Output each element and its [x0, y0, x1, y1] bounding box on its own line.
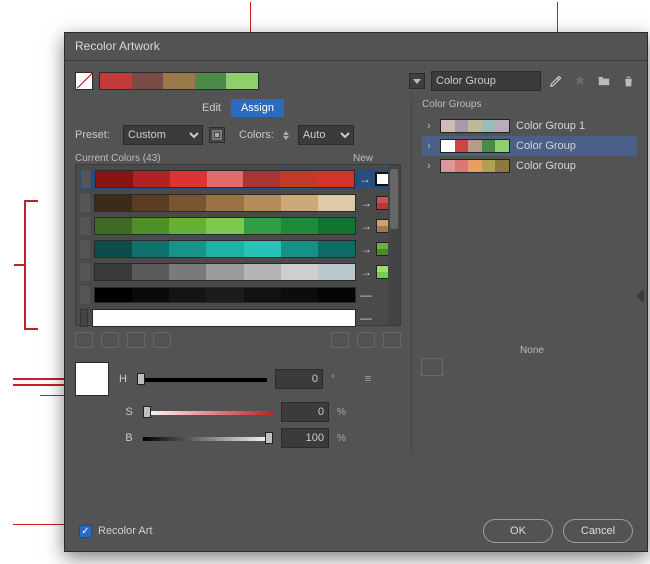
- recolor-art-label: Recolor Art: [98, 525, 152, 537]
- tab-edit[interactable]: Edit: [192, 99, 231, 117]
- assign-arrow-icon[interactable]: →: [360, 242, 372, 256]
- color-row[interactable]: →: [80, 240, 396, 258]
- s-label: S: [123, 406, 135, 418]
- color-row[interactable]: →: [80, 194, 396, 212]
- colors-stepper[interactable]: [280, 127, 292, 143]
- mode-tabs: Edit Assign: [75, 99, 401, 117]
- merge-rows-icon[interactable]: [75, 332, 93, 348]
- dialog-footer: ✓ Recolor Art OK Cancel: [65, 511, 647, 551]
- randomize-sat-icon[interactable]: [357, 332, 375, 348]
- preset-label: Preset:: [75, 129, 117, 141]
- preset-options-icon[interactable]: [209, 127, 225, 143]
- group-label: Color Group: [516, 140, 576, 152]
- recolor-art-checkbox[interactable]: ✓ Recolor Art: [79, 525, 152, 538]
- eyedropper-icon[interactable]: [547, 72, 565, 90]
- new-row-icon[interactable]: [153, 332, 171, 348]
- checkbox-icon: ✓: [79, 525, 92, 538]
- left-panel: Edit Assign Preset: Custom Colors: Auto …: [75, 99, 401, 454]
- preset-select[interactable]: Custom: [123, 125, 203, 145]
- top-bar: [65, 61, 647, 99]
- color-preview-swatch[interactable]: [75, 362, 109, 396]
- hue-slider[interactable]: [137, 374, 267, 384]
- exclude-dash-icon[interactable]: —: [360, 311, 372, 325]
- colorgroup-storage-dd[interactable]: [409, 73, 425, 89]
- cancel-button[interactable]: Cancel: [563, 519, 633, 543]
- assign-arrow-icon[interactable]: →: [360, 265, 372, 279]
- current-colors-label: Current Colors (43): [75, 153, 161, 164]
- callout-bracket-rows: [24, 200, 38, 330]
- bri-slider[interactable]: [143, 433, 273, 443]
- hsb-controls: H ° ≡ S %: [75, 362, 401, 448]
- assign-arrow-icon[interactable]: →: [360, 196, 372, 210]
- save-group-icon[interactable]: [595, 72, 613, 90]
- active-colors-swatch[interactable]: [75, 72, 93, 90]
- separate-rows-icon[interactable]: [101, 332, 119, 348]
- b-label: B: [123, 432, 135, 444]
- h-label: H: [117, 373, 129, 385]
- color-row[interactable]: —: [80, 286, 396, 304]
- new-group-icon: [571, 72, 589, 90]
- delete-group-icon[interactable]: [619, 72, 637, 90]
- color-groups-list: › Color Group 1 › Color Group › Color Gr…: [422, 116, 637, 176]
- find-in-wheel-icon[interactable]: [383, 332, 401, 348]
- exclude-dash-icon[interactable]: —: [360, 288, 372, 302]
- assign-arrow-icon[interactable]: →: [359, 172, 371, 186]
- colorlist-scrollbar[interactable]: [388, 165, 400, 325]
- hue-value[interactable]: [275, 369, 323, 389]
- colors-select[interactable]: Auto: [298, 125, 354, 145]
- color-row[interactable]: →: [80, 263, 396, 281]
- sat-value[interactable]: [281, 402, 329, 422]
- pct-unit-s: %: [337, 407, 351, 418]
- randomize-order-icon[interactable]: [331, 332, 349, 348]
- exclude-row-icon[interactable]: [127, 332, 145, 348]
- panel-collapse-icon[interactable]: [636, 289, 644, 303]
- tab-assign[interactable]: Assign: [231, 99, 284, 117]
- expand-icon[interactable]: ›: [424, 140, 434, 152]
- sat-slider[interactable]: [143, 407, 273, 417]
- slider-menu-icon[interactable]: ≡: [359, 370, 377, 388]
- color-group-item[interactable]: › Color Group: [422, 136, 637, 156]
- color-groups-heading: Color Groups: [422, 99, 637, 110]
- color-group-item[interactable]: › Color Group 1: [422, 116, 637, 136]
- color-group-item[interactable]: › Color Group: [422, 156, 637, 176]
- color-row[interactable]: —: [80, 309, 396, 327]
- expand-icon[interactable]: ›: [424, 160, 434, 172]
- expand-icon[interactable]: ›: [424, 120, 434, 132]
- assign-arrow-icon[interactable]: →: [360, 219, 372, 233]
- bri-value[interactable]: [281, 428, 329, 448]
- color-row[interactable]: →: [80, 169, 396, 189]
- preset-row: Preset: Custom Colors: Auto: [75, 125, 401, 145]
- new-label: New: [353, 153, 373, 164]
- current-colors-list: → → → →: [75, 164, 401, 326]
- recolor-dialog: Recolor Artwork Edit Assign Preset: Cust…: [64, 32, 648, 552]
- colors-label: Colors:: [239, 129, 274, 141]
- color-group-name-input[interactable]: [431, 71, 541, 91]
- deg-unit: °: [331, 374, 345, 385]
- pct-unit-b: %: [337, 433, 351, 444]
- color-row[interactable]: →: [80, 217, 396, 235]
- artwork-colors-strip[interactable]: [99, 72, 259, 90]
- group-label: Color Group 1: [516, 120, 585, 132]
- dialog-title: Recolor Artwork: [65, 33, 647, 61]
- right-panel: Color Groups › Color Group 1 › Color Gro…: [411, 99, 637, 454]
- group-label: Color Group: [516, 160, 576, 172]
- ok-button[interactable]: OK: [483, 519, 553, 543]
- row-tools: [75, 332, 401, 348]
